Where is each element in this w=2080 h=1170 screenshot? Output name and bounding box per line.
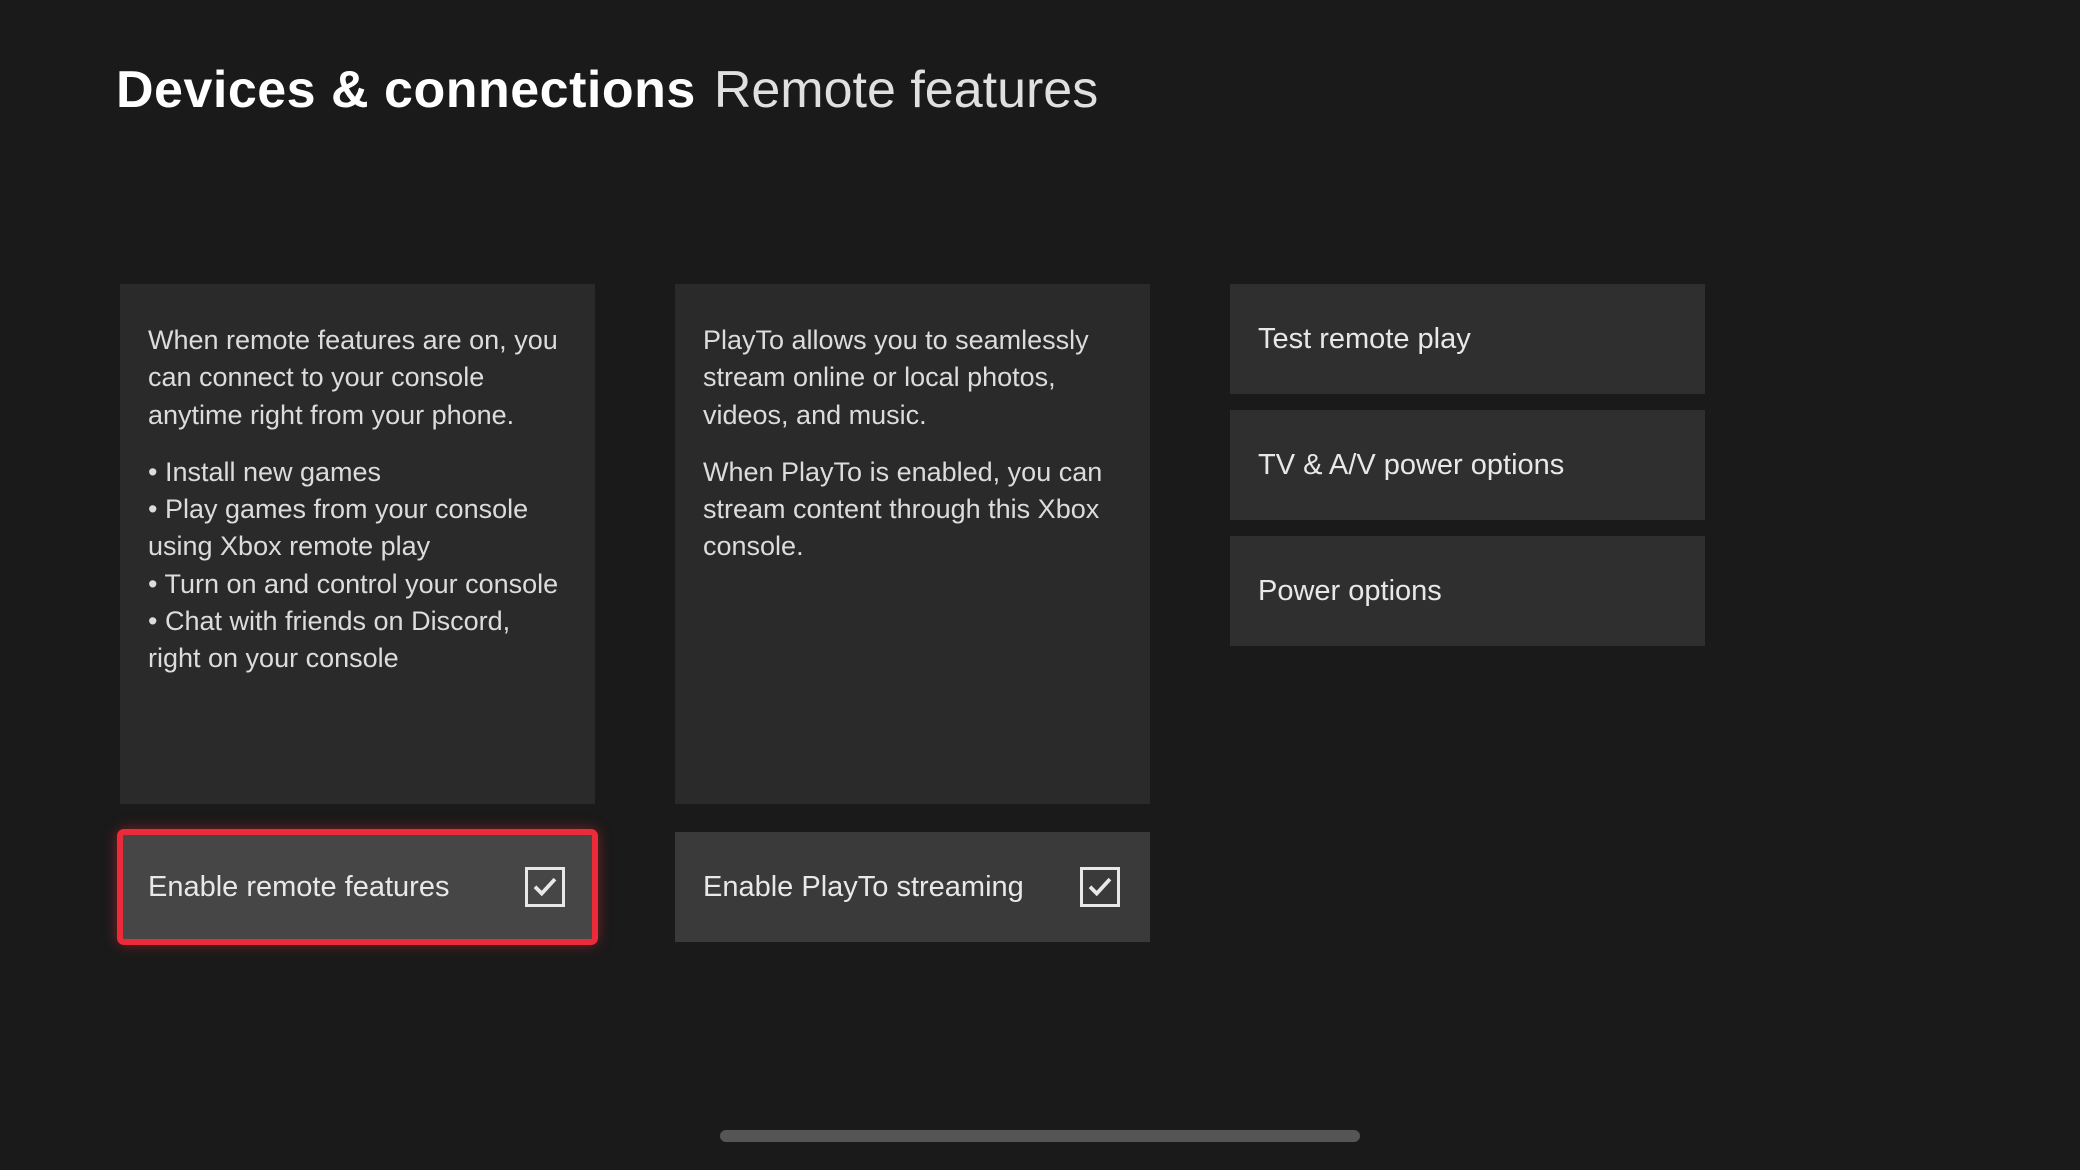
option-label: TV & A/V power options: [1258, 449, 1564, 482]
checkbox-checked-icon: [1080, 867, 1120, 907]
bottom-handle-bar: [720, 1130, 1360, 1142]
playto-desc-p2: When PlayTo is enabled, you can stream c…: [703, 454, 1122, 566]
page-header: Devices & connections Remote features: [116, 60, 1098, 120]
header-section: Devices & connections: [116, 60, 696, 120]
option-button-tv-a-v-power-options[interactable]: TV & A/V power options: [1230, 410, 1705, 520]
remote-description-card: When remote features are on, you can con…: [120, 284, 595, 804]
checkbox-checked-icon: [525, 867, 565, 907]
remote-bullet: • Chat with friends on Discord, right on…: [148, 603, 567, 678]
toggle-label: Enable PlayTo streaming: [703, 871, 1024, 904]
playto-description-card: PlayTo allows you to seamlessly stream o…: [675, 284, 1150, 804]
option-button-power-options[interactable]: Power options: [1230, 536, 1705, 646]
remote-column: When remote features are on, you can con…: [120, 284, 595, 942]
playto-column: PlayTo allows you to seamlessly stream o…: [675, 284, 1150, 942]
remote-bullet: • Install new games: [148, 454, 567, 491]
remote-bullet-list: • Install new games• Play games from you…: [148, 454, 567, 678]
option-button-test-remote-play[interactable]: Test remote play: [1230, 284, 1705, 394]
playto-desc-p1: PlayTo allows you to seamlessly stream o…: [703, 322, 1122, 434]
enable-playto-streaming-toggle[interactable]: Enable PlayTo streaming: [675, 832, 1150, 942]
header-page: Remote features: [714, 60, 1098, 120]
remote-bullet: • Play games from your console using Xbo…: [148, 491, 567, 566]
remote-desc-intro: When remote features are on, you can con…: [148, 322, 567, 434]
options-column: Test remote play TV & A/V power options Po…: [1230, 284, 1705, 942]
toggle-label: Enable remote features: [148, 871, 449, 904]
enable-remote-features-toggle[interactable]: Enable remote features: [120, 832, 595, 942]
option-label: Power options: [1258, 575, 1442, 608]
remote-bullet: • Turn on and control your console: [148, 566, 567, 603]
option-label: Test remote play: [1258, 323, 1471, 356]
